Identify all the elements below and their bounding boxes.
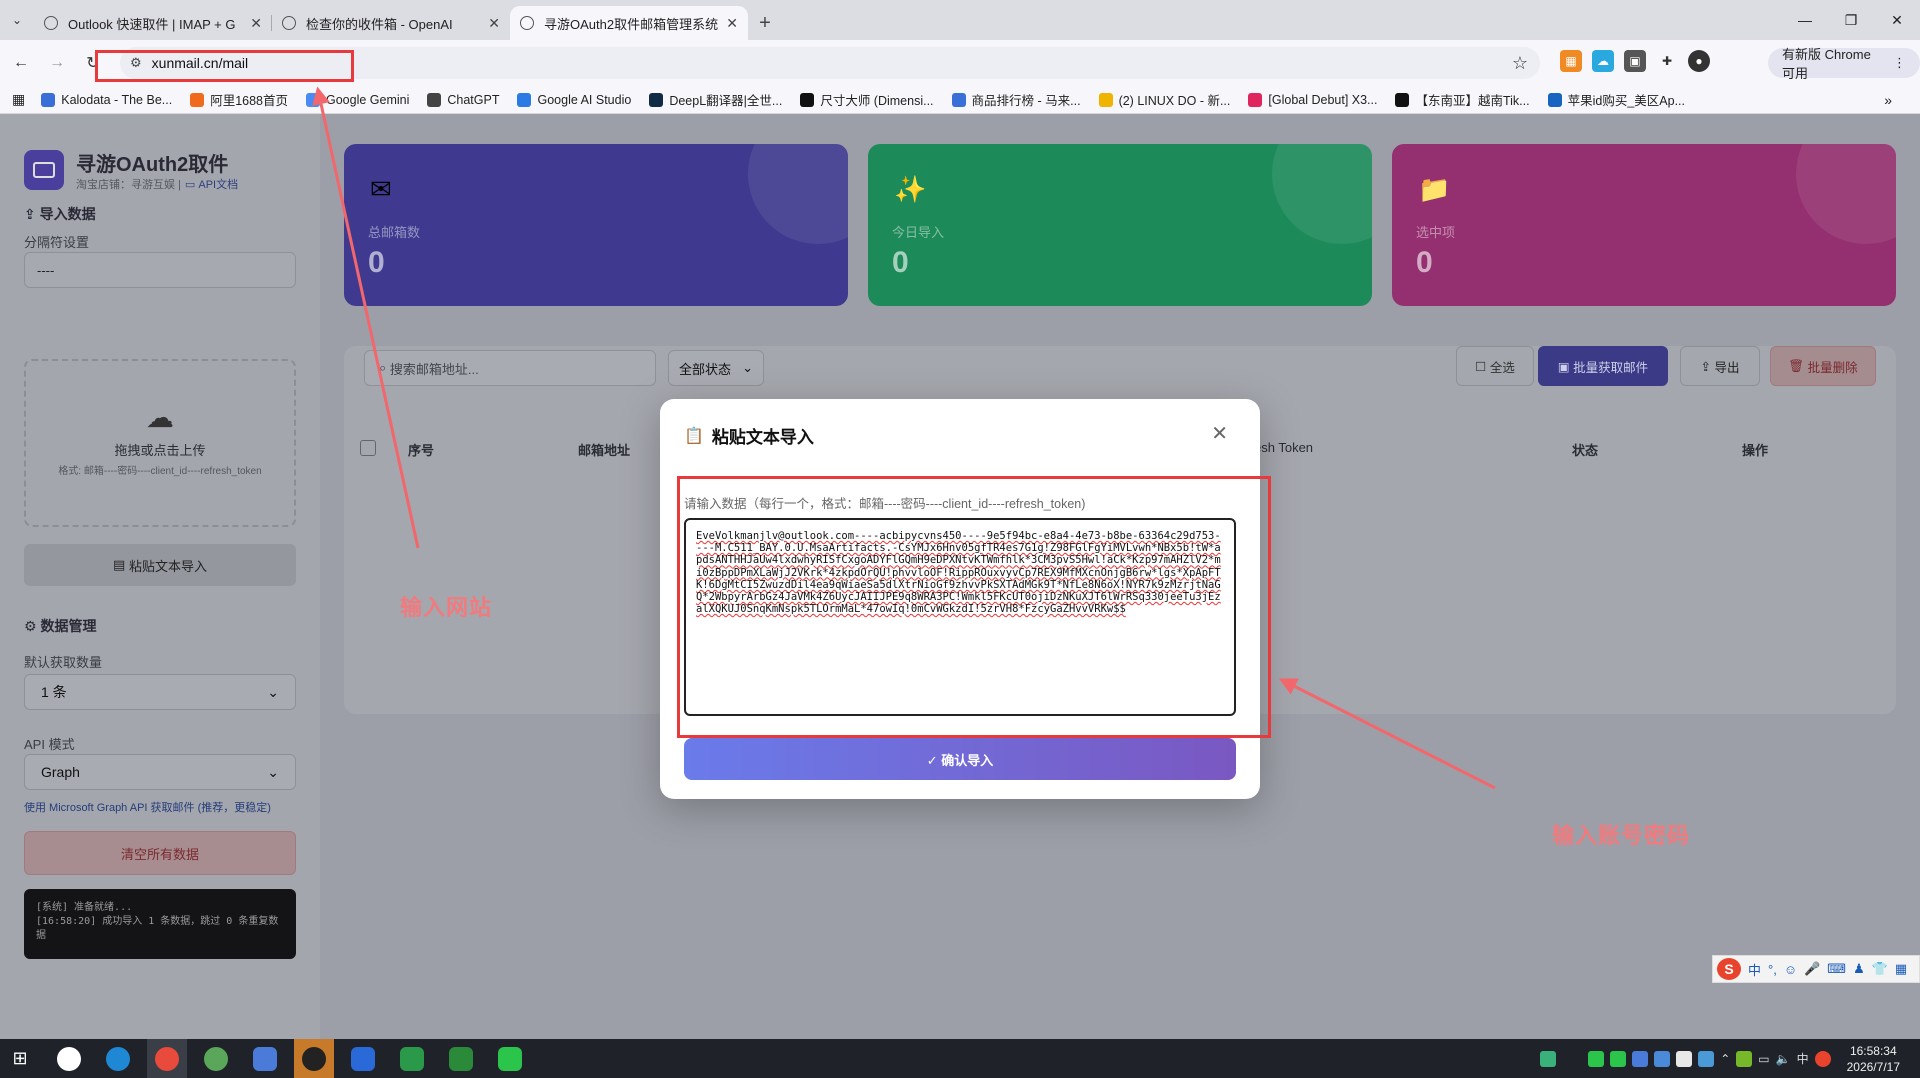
chrome-icon[interactable] (147, 1039, 187, 1078)
skin-icon[interactable]: ♟ (1853, 961, 1865, 977)
app-icon[interactable] (343, 1039, 383, 1078)
app-icon[interactable] (245, 1039, 285, 1078)
keyboard-icon[interactable]: ⌨ (1827, 961, 1846, 977)
ime-lang[interactable]: 中 (1748, 960, 1761, 979)
taskbar: ⊞ ⌃ ▭ 🔈 中 16:58:34 2026/7/17 (0, 1039, 1920, 1078)
clock-date: 2026/7/17 (1846, 1059, 1900, 1074)
clock[interactable]: 16:58:34 2026/7/17 (1847, 1043, 1900, 1075)
chrome-icon[interactable] (196, 1039, 236, 1078)
arrow-to-url (312, 86, 420, 549)
mic-icon[interactable]: 🎤 (1804, 961, 1820, 977)
system-tray: ⌃ ▭ 🔈 中 16:58:34 2026/7/17 (1540, 1039, 1920, 1078)
app-icon[interactable] (441, 1039, 481, 1078)
sogou-icon[interactable]: S (1717, 958, 1741, 980)
wechat-tray-icon[interactable] (1610, 1050, 1627, 1067)
sogou-tray-icon[interactable] (1814, 1050, 1831, 1067)
tray-icon[interactable] (1540, 1050, 1557, 1067)
chevron-up-icon[interactable]: ⌃ (1720, 1052, 1730, 1066)
grid-icon[interactable]: ▦ (1895, 961, 1907, 977)
wechat-tray-icon[interactable] (1588, 1050, 1605, 1067)
annotation-arrows (312, 86, 1496, 790)
app-icon[interactable] (392, 1039, 432, 1078)
network-icon[interactable]: ▭ (1758, 1052, 1769, 1066)
volume-icon[interactable]: 🔈 (1776, 1052, 1791, 1066)
start-icon[interactable]: ⊞ (0, 1039, 40, 1078)
wechat-icon[interactable] (490, 1039, 530, 1078)
annotation-url-note: 输入网站 (400, 595, 493, 620)
arrow-to-textarea (1278, 678, 1496, 790)
clock-time: 16:58:34 (1849, 1043, 1897, 1058)
ime-toolbar: S 中 °, ☺ 🎤 ⌨ ♟ 👕 ▦ (1712, 955, 1920, 983)
punctuation-icon[interactable]: °, (1768, 962, 1777, 977)
screen: ⌄ Outlook 快速取件 | IMAP + G ✕ 检查你的收件箱 - Op… (0, 0, 1920, 1078)
tray-icon[interactable] (1632, 1050, 1649, 1067)
emoji-icon[interactable]: ☺ (1784, 962, 1797, 977)
shirt-icon[interactable]: 👕 (1872, 961, 1888, 977)
whatsapp-icon[interactable] (49, 1039, 89, 1078)
edge-icon[interactable] (98, 1039, 138, 1078)
nvidia-icon[interactable] (1736, 1050, 1753, 1067)
tray-icon[interactable] (1698, 1050, 1715, 1067)
tray-icon[interactable] (1676, 1050, 1693, 1067)
tray-icon[interactable] (1654, 1050, 1671, 1067)
annotation-account-note: 输入账号密码 (1552, 823, 1691, 848)
qq-icon[interactable] (294, 1039, 334, 1078)
ime-indicator[interactable]: 中 (1797, 1050, 1809, 1067)
